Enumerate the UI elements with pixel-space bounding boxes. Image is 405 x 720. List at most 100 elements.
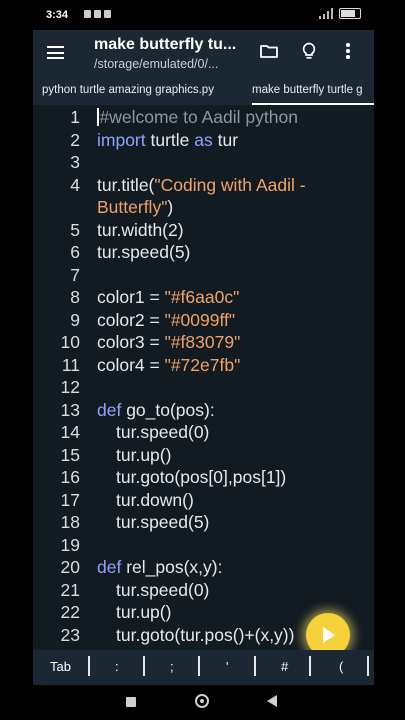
line-number: 13 xyxy=(60,399,80,420)
symbol-key-paren[interactable]: ( xyxy=(339,659,343,674)
code-line-17: 17 tur.down() xyxy=(33,489,374,511)
line-code: color2 = "#0099ff" xyxy=(97,309,236,330)
code-line-14: 14 tur.speed(0) xyxy=(33,421,374,443)
line-number: 5 xyxy=(70,219,80,240)
code-line-6: 6 tur.speed(5) xyxy=(33,241,374,263)
file-tabs: python turtle amazing graphics.py make b… xyxy=(33,78,374,105)
line-number: 18 xyxy=(60,512,80,532)
code-editor[interactable]: 1 #welcome to Aadil python 2 import turt… xyxy=(33,105,374,650)
system-nav-bar xyxy=(0,685,405,720)
back-icon[interactable] xyxy=(267,695,277,707)
line-code: tur.title("Coding with Aadil - xyxy=(97,174,306,195)
line-code: def go_to(pos): xyxy=(97,399,215,420)
code-line-9: 9 color2 = "#0099ff" xyxy=(33,309,374,331)
symbol-key-quote[interactable]: ' xyxy=(226,659,228,674)
code-line-10: 10 color3 = "#f83079" xyxy=(33,331,374,353)
line-number: 9 xyxy=(70,309,80,330)
signal-icon xyxy=(319,8,333,19)
line-code: tur.up() xyxy=(116,602,172,622)
line-number: 19 xyxy=(60,534,80,555)
symbol-bar: Tab : ; ' # ( xyxy=(33,650,374,685)
line-number: 4 xyxy=(70,174,80,195)
text-cursor xyxy=(97,108,99,126)
code-line-3: 3 xyxy=(33,151,374,173)
line-number: 23 xyxy=(60,624,80,645)
line-code: tur.goto(pos[0],pos[1]) xyxy=(116,467,287,487)
line-number: 21 xyxy=(60,579,80,600)
file-path: /storage/emulated/0/... xyxy=(94,57,219,71)
folder-icon[interactable] xyxy=(260,44,278,58)
line-code: tur.speed(0) xyxy=(116,422,210,442)
code-line-4: 4 tur.title("Coding with Aadil - xyxy=(33,174,374,196)
code-line-5: 5 tur.width(2) xyxy=(33,219,374,241)
code-line-8: 8 color1 = "#f6aa0c" xyxy=(33,286,374,308)
symbol-key-hash[interactable]: # xyxy=(281,659,288,674)
line-code: tur.up() xyxy=(116,444,172,465)
code-line-12: 12 xyxy=(33,376,374,398)
code-line-21: 21 tur.speed(0) xyxy=(33,579,374,601)
play-icon xyxy=(323,627,335,643)
more-options-icon[interactable] xyxy=(345,43,351,61)
symbol-key-semicolon[interactable]: ; xyxy=(170,659,174,674)
line-number: 10 xyxy=(60,332,80,352)
code-line-18: 18 tur.speed(5) xyxy=(33,511,374,533)
line-number: 22 xyxy=(60,602,80,622)
menu-icon[interactable] xyxy=(47,46,64,59)
code-line-13: 13 def go_to(pos): xyxy=(33,399,374,421)
code-line-7: 7 xyxy=(33,264,374,286)
line-number: 2 xyxy=(70,129,80,150)
code-line-15: 15 tur.up() xyxy=(33,444,374,466)
line-number: 3 xyxy=(70,152,80,172)
line-number: 1 xyxy=(70,107,80,127)
app-bar: make butterfly tu... /storage/emulated/0… xyxy=(33,30,374,78)
code-line-4-wrap: Butterfly") xyxy=(33,196,374,218)
symbol-key-colon[interactable]: : xyxy=(115,659,119,674)
code-line-1: 1 #welcome to Aadil python xyxy=(33,106,374,128)
symbol-key-tab[interactable]: Tab xyxy=(50,659,71,674)
file-title: make butterfly tu... xyxy=(94,36,237,53)
line-number: 8 xyxy=(70,287,80,307)
line-number: 16 xyxy=(60,467,80,487)
symbol-separator xyxy=(254,656,256,676)
status-time: 3:34 xyxy=(46,9,69,21)
home-icon[interactable] xyxy=(195,694,209,708)
app-window: make butterfly tu... /storage/emulated/0… xyxy=(33,30,374,685)
line-number: 11 xyxy=(61,354,80,375)
line-number: 15 xyxy=(60,444,80,465)
line-code: color1 = "#f6aa0c" xyxy=(97,287,240,307)
line-number: 20 xyxy=(60,557,80,577)
status-right xyxy=(319,8,361,19)
line-number: 6 xyxy=(70,242,80,262)
recent-apps-icon[interactable] xyxy=(126,697,136,707)
line-code: Butterfly") xyxy=(97,197,174,217)
line-number: 7 xyxy=(70,264,80,285)
line-code: import turtle as tur xyxy=(97,129,239,150)
line-code: tur.down() xyxy=(116,489,194,510)
lightbulb-icon[interactable] xyxy=(301,42,317,60)
tab-label: python turtle amazing graphics.py xyxy=(42,84,214,96)
line-code: tur.width(2) xyxy=(97,219,184,240)
symbol-separator xyxy=(309,656,311,676)
battery-icon xyxy=(339,8,361,19)
tab-label: make butterfly turtle g xyxy=(252,84,363,96)
line-code: #welcome to Aadil python xyxy=(97,106,298,128)
symbol-separator xyxy=(198,656,200,676)
code-line-19: 19 xyxy=(33,534,374,556)
line-number: 17 xyxy=(60,489,80,510)
line-number: 14 xyxy=(60,422,80,442)
tab-python-turtle-amazing-graphics[interactable]: python turtle amazing graphics.py xyxy=(42,78,242,105)
line-code: color4 = "#72e7fb" xyxy=(97,354,241,375)
code-line-11: 11 color4 = "#72e7fb" xyxy=(33,354,374,376)
code-line-20: 20 def rel_pos(x,y): xyxy=(33,556,374,578)
line-code: tur.speed(5) xyxy=(97,242,191,262)
line-number: 12 xyxy=(60,377,80,397)
symbol-separator xyxy=(88,656,90,676)
tab-make-butterfly-turtle[interactable]: make butterfly turtle g xyxy=(252,78,374,105)
symbol-separator xyxy=(367,656,369,676)
line-code: tur.speed(5) xyxy=(116,512,210,532)
line-code: tur.speed(0) xyxy=(116,579,210,600)
line-code: tur.goto(tur.pos()+(x,y)) xyxy=(116,624,295,645)
status-bar: 3:34 xyxy=(0,0,405,30)
code-line-2: 2 import turtle as tur xyxy=(33,129,374,151)
line-code: def rel_pos(x,y): xyxy=(97,557,223,577)
